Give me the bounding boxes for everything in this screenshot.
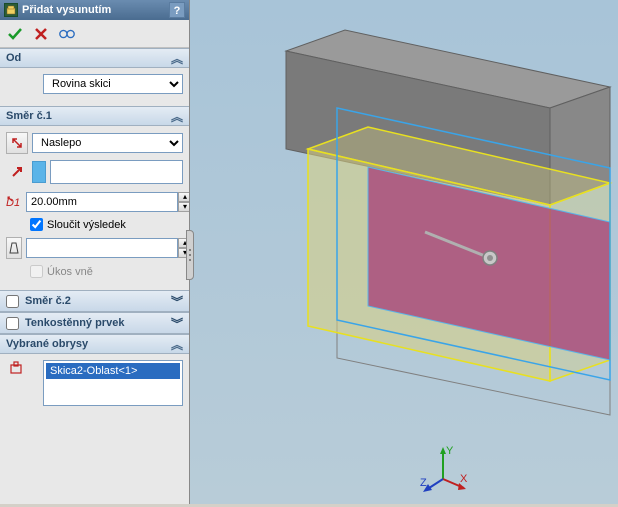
section-from-label: Od (6, 52, 21, 64)
section-contours-body: Skica2-Oblast<1> (0, 354, 189, 418)
merge-checkbox[interactable] (30, 218, 43, 231)
section-dir2-header[interactable]: Směr č.2 ︾ (0, 290, 189, 312)
direction-reference-box[interactable] (50, 160, 183, 184)
depth-input[interactable] (26, 192, 178, 212)
ok-button[interactable] (6, 25, 24, 43)
draft-outward-label: Úkos vně (47, 266, 93, 278)
svg-text:Y: Y (446, 445, 454, 457)
section-thin-header[interactable]: Tenkostěnný prvek ︾ (0, 312, 189, 334)
contour-item[interactable]: Skica2-Oblast<1> (46, 363, 180, 379)
depth-input-group: ▴ ▾ (26, 192, 190, 212)
chevron-up-icon: ︽ (171, 50, 183, 67)
dir2-checkbox[interactable] (6, 295, 19, 308)
contours-listbox[interactable]: Skica2-Oblast<1> (43, 360, 183, 406)
draft-outward-checkbox (30, 265, 43, 278)
section-dir1-header[interactable]: Směr č.1 ︽ (0, 106, 189, 126)
from-select[interactable]: Rovina skici (43, 74, 183, 94)
chevron-up-icon: ︽ (171, 108, 183, 125)
viewport-3d[interactable]: Y X Z (190, 0, 618, 504)
help-button[interactable]: ? (169, 2, 185, 18)
titlebar: Přidat vysunutím ? (0, 0, 189, 20)
svg-text:Z: Z (420, 477, 427, 489)
draft-input[interactable] (26, 238, 178, 258)
draft-input-group: ▴ ▾ (26, 238, 190, 258)
merge-label: Sloučit výsledek (47, 219, 126, 231)
section-thin-label: Tenkostěnný prvek (25, 317, 124, 329)
feature-icon (4, 3, 18, 17)
section-dir2-label: Směr č.2 (25, 295, 71, 307)
panel-resize-handle[interactable] (186, 230, 194, 280)
color-swatch[interactable] (32, 161, 46, 183)
chevron-down-icon: ︾ (171, 293, 183, 310)
depth-icon: D1 (6, 193, 22, 211)
view-triad[interactable]: Y X Z (418, 444, 468, 494)
end-condition-select[interactable]: Naslepo (32, 133, 183, 153)
contour-icon (6, 360, 28, 378)
thin-checkbox[interactable] (6, 317, 19, 330)
section-contours-label: Vybrané obrysy (6, 338, 88, 350)
chevron-down-icon: ︾ (171, 315, 183, 332)
model-preview (190, 0, 618, 504)
section-from-body: Rovina skici (0, 68, 189, 106)
reverse-direction-button[interactable] (6, 132, 28, 154)
action-bar (0, 20, 189, 48)
spinner-up[interactable]: ▴ (178, 192, 190, 202)
cancel-button[interactable] (32, 25, 50, 43)
section-dir1-body: Naslepo D1 ▴ ▾ Sloučit výslede (0, 126, 189, 290)
title-text: Přidat vysunutím (22, 4, 169, 16)
section-dir1-label: Směr č.1 (6, 110, 52, 122)
section-contours-header[interactable]: Vybrané obrysy ︽ (0, 334, 189, 354)
property-panel: Přidat vysunutím ? Od ︽ Rovina skici Smě… (0, 0, 190, 504)
spinner-down[interactable]: ▾ (178, 202, 190, 212)
direction-arrow-icon[interactable] (6, 163, 28, 181)
draft-button[interactable] (6, 237, 22, 259)
section-from-header[interactable]: Od ︽ (0, 48, 189, 68)
svg-text:X: X (460, 473, 468, 485)
chevron-up-icon: ︽ (171, 336, 183, 353)
preview-button[interactable] (58, 25, 76, 43)
